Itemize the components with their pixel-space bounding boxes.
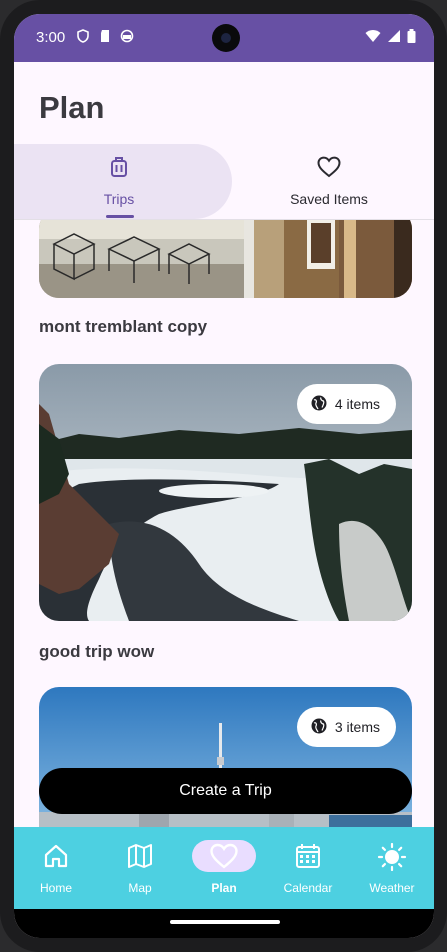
trip-list: mont tremblant copy 4 items good trip wo…	[14, 219, 434, 827]
home-gesture-handle[interactable]	[170, 920, 280, 924]
status-icons-right	[365, 29, 416, 48]
tab-trips[interactable]: Trips	[14, 144, 232, 219]
tab-bar: Trips Saved Items	[14, 144, 434, 220]
trip-name[interactable]: mont tremblant copy	[39, 317, 207, 337]
nav-map-label: Map	[128, 881, 152, 895]
page-title: Plan	[39, 90, 105, 125]
heart-outline-icon	[317, 156, 341, 183]
map-icon	[127, 843, 153, 874]
bottom-navigation: Home Map Plan Calendar Weather	[14, 827, 434, 909]
tab-indicator	[106, 215, 134, 218]
nav-plan-label: Plan	[211, 881, 237, 895]
gesture-bar	[14, 909, 434, 938]
luggage-icon	[109, 156, 129, 183]
calendar-icon	[295, 843, 321, 874]
sd-card-icon	[98, 29, 112, 43]
home-icon	[43, 843, 69, 874]
status-bar: 3:00	[14, 14, 434, 62]
status-time: 3:00	[36, 29, 66, 46]
nav-home-label: Home	[39, 881, 72, 895]
globe-icon	[311, 718, 327, 737]
nav-calendar[interactable]: Calendar	[266, 827, 350, 909]
item-count-badge: 4 items	[296, 384, 396, 424]
trip-card-image[interactable]	[39, 219, 412, 298]
nav-weather-label: Weather	[369, 881, 415, 895]
trip-name[interactable]: good trip wow	[39, 642, 154, 662]
create-trip-button[interactable]: Create a Trip	[39, 768, 412, 814]
nav-map[interactable]: Map	[98, 827, 182, 909]
globe-icon	[311, 395, 327, 414]
tab-saved-items-label: Saved Items	[290, 191, 368, 207]
screen: 3:00 Plan Trips Saved Items mont trembla…	[14, 14, 434, 938]
battery-icon	[407, 29, 416, 48]
item-count-badge: 3 items	[296, 707, 396, 747]
item-count-label: 4 items	[334, 396, 380, 412]
circle-status-icon	[120, 29, 134, 43]
trip-card-image[interactable]: 4 items	[39, 364, 412, 621]
nav-plan[interactable]: Plan	[182, 827, 266, 909]
shield-icon	[76, 29, 90, 43]
device-frame: 3:00 Plan Trips Saved Items mont trembla…	[0, 0, 447, 952]
nav-weather[interactable]: Weather	[350, 827, 434, 909]
wifi-icon	[365, 29, 381, 48]
item-count-label: 3 items	[334, 719, 380, 735]
sun-icon	[377, 842, 407, 876]
front-camera	[212, 24, 240, 52]
nav-calendar-label: Calendar	[283, 881, 333, 895]
tab-trips-label: Trips	[103, 191, 135, 207]
status-icons-left	[76, 29, 134, 43]
tab-saved-items[interactable]: Saved Items	[224, 144, 434, 219]
heart-icon	[210, 843, 238, 874]
nav-home[interactable]: Home	[14, 827, 98, 909]
signal-icon	[387, 29, 401, 48]
